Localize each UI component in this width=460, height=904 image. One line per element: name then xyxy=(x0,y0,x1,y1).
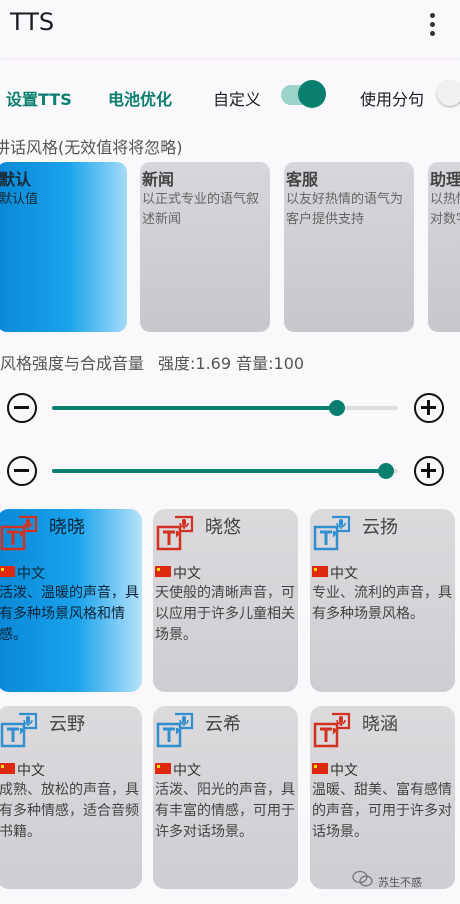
style-card-news[interactable]: 新闻 以正式专业的语气叙述新闻 xyxy=(140,162,270,332)
tts-icon xyxy=(0,515,38,551)
split-sentence-label: 使用分句 xyxy=(360,90,425,109)
style-name: 新闻 xyxy=(142,170,175,189)
style-section-label: 讲话风格(无效值将将忽略) xyxy=(0,138,183,157)
voice-language: 中文 xyxy=(17,763,45,779)
voice-name: 晓悠 xyxy=(205,517,241,538)
app-bar: TTS xyxy=(0,0,460,58)
volume-decrease-button[interactable] xyxy=(7,456,37,486)
voice-name: 晓涵 xyxy=(362,714,398,735)
voice-card[interactable]: 晓涵中文温暖、甜美、富有感情的声音，可用于许多对话场景。 xyxy=(310,706,455,889)
slider-fill xyxy=(52,469,386,473)
app-title: TTS xyxy=(10,8,55,36)
strength-slider[interactable] xyxy=(52,400,398,416)
slider-thumb[interactable] xyxy=(329,400,346,416)
tts-icon xyxy=(156,712,194,748)
tts-icon xyxy=(0,712,38,748)
voice-description: 活泼、阳光的声音，具有丰富的情感，可用于许多对话场景。 xyxy=(155,782,295,840)
style-card-customer-service[interactable]: 客服 以友好热情的语气为客户提供支持 xyxy=(284,162,414,332)
custom-switch[interactable] xyxy=(281,80,326,108)
voice-description: 成熟、放松的声音，具有多种情感，适合音频书籍。 xyxy=(0,782,139,840)
voice-language: 中文 xyxy=(330,763,358,779)
voice-language: 中文 xyxy=(17,566,45,582)
set-tts-button[interactable]: 设置TTS xyxy=(6,86,72,110)
style-desc: 默认值 xyxy=(0,192,39,207)
tts-icon xyxy=(156,515,194,551)
voice-language: 中文 xyxy=(173,763,201,779)
tts-icon xyxy=(313,712,351,748)
strength-decrease-button[interactable] xyxy=(7,393,37,423)
voice-name: 晓晓 xyxy=(49,517,85,538)
style-desc: 以正式专业的语气叙述新闻 xyxy=(142,192,260,227)
tts-icon xyxy=(313,515,351,551)
voice-description: 活泼、温暖的声音，具有多种场景风格和情感。 xyxy=(0,585,139,643)
split-sentence-switch[interactable] xyxy=(437,80,460,106)
slider-fill xyxy=(52,406,338,410)
china-flag-icon xyxy=(155,763,171,774)
china-flag-icon xyxy=(0,566,15,577)
style-card-default[interactable]: 默认 默认值 xyxy=(0,162,127,332)
voice-language: 中文 xyxy=(173,566,201,582)
volume-slider[interactable] xyxy=(52,463,398,479)
style-card-assistant[interactable]: 助理 以热情而轻松的语气对数字助理讲话 xyxy=(428,162,460,332)
strength-volume-value: 强度:1.69 音量:100 xyxy=(158,354,305,373)
voice-language: 中文 xyxy=(330,566,358,582)
voice-card[interactable]: 云扬中文专业、流利的声音，具有多种场景风格。 xyxy=(310,509,455,692)
style-name: 客服 xyxy=(286,170,319,189)
voice-description: 温暖、甜美、富有感情的声音，可用于许多对话场景。 xyxy=(312,782,452,840)
china-flag-icon xyxy=(0,763,15,774)
style-desc: 以热情而轻松的语气对数字助理讲话 xyxy=(430,192,460,227)
voice-card[interactable]: 晓晓中文活泼、温暖的声音，具有多种场景风格和情感。 xyxy=(0,509,142,692)
strength-increase-button[interactable] xyxy=(414,393,444,423)
china-flag-icon xyxy=(312,763,328,774)
style-name: 助理 xyxy=(430,170,460,189)
toolbar-row: 设置TTS 电池优化 自定义 使用分句 xyxy=(0,78,460,114)
switch-thumb xyxy=(298,80,326,108)
battery-optimization-button[interactable]: 电池优化 xyxy=(108,86,172,110)
switch-thumb xyxy=(437,80,460,106)
strength-volume-label: 风格强度与合成音量 xyxy=(0,354,145,373)
china-flag-icon xyxy=(155,566,171,577)
voice-name: 云希 xyxy=(205,714,241,735)
style-name: 默认 xyxy=(0,170,32,189)
voice-card[interactable]: 晓悠中文天使般的清晰声音，可以应用于许多儿童相关场景。 xyxy=(153,509,298,692)
voice-card[interactable]: 云野中文成熟、放松的声音，具有多种情感，适合音频书籍。 xyxy=(0,706,142,889)
watermark-text: 苏生不惑 xyxy=(378,876,422,889)
custom-label: 自定义 xyxy=(213,90,262,109)
volume-increase-button[interactable] xyxy=(414,456,444,486)
slider-thumb[interactable] xyxy=(377,463,394,479)
style-desc: 以友好热情的语气为客户提供支持 xyxy=(286,192,404,227)
wechat-icon xyxy=(352,870,373,887)
voice-description: 天使般的清晰声音，可以应用于许多儿童相关场景。 xyxy=(155,585,295,643)
voice-name: 云野 xyxy=(49,714,85,735)
voice-name: 云扬 xyxy=(362,517,398,538)
voice-description: 专业、流利的声音，具有多种场景风格。 xyxy=(312,585,452,622)
voice-card[interactable]: 云希中文活泼、阳光的声音，具有丰富的情感，可用于许多对话场景。 xyxy=(153,706,298,889)
slider-section-label: 风格强度与合成音量 强度:1.69 音量:100 xyxy=(0,350,304,374)
china-flag-icon xyxy=(312,566,328,577)
more-options-icon[interactable] xyxy=(420,12,444,38)
